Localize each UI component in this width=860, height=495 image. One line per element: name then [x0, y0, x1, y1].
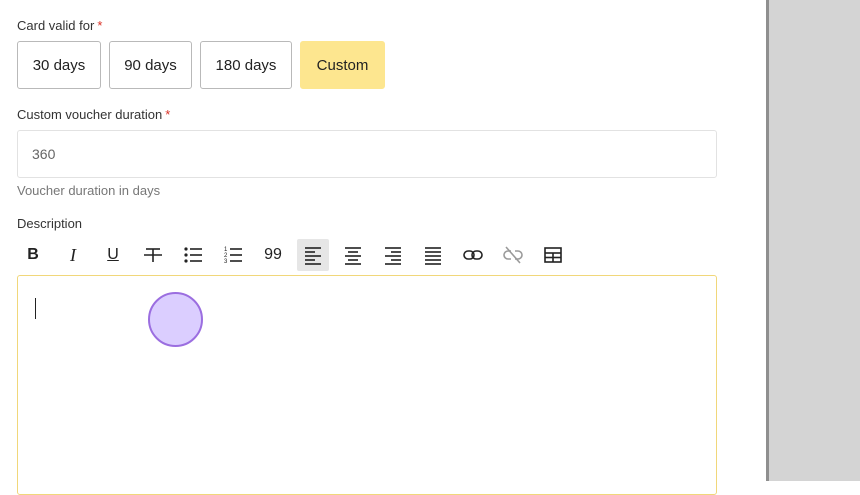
- align-justify-icon: [425, 247, 441, 265]
- side-panel: [769, 0, 860, 481]
- underline-button[interactable]: U: [97, 239, 129, 271]
- align-right-icon: [385, 247, 401, 265]
- duration-30-days-button[interactable]: 30 days: [17, 41, 101, 89]
- bullet-list-icon: [184, 247, 202, 263]
- align-center-button[interactable]: [337, 239, 369, 271]
- cursor-indicator: [148, 292, 203, 347]
- description-editor[interactable]: [17, 275, 717, 495]
- blockquote-icon: 99: [264, 246, 282, 263]
- numbered-list-button[interactable]: 123: [217, 239, 249, 271]
- description-label: Description: [17, 216, 83, 231]
- align-left-icon: [305, 247, 321, 265]
- bold-icon: B: [27, 246, 39, 263]
- text-caret: [35, 298, 36, 319]
- custom-duration-label-text: Custom voucher duration: [17, 107, 163, 122]
- editor-toolbar: B I U 123 99: [17, 239, 577, 271]
- card-valid-label: Card valid for *: [17, 18, 102, 33]
- align-left-button[interactable]: [297, 239, 329, 271]
- duration-help-text: Voucher duration in days: [17, 183, 161, 198]
- table-icon: [544, 247, 562, 263]
- unlink-button[interactable]: [497, 239, 529, 271]
- custom-duration-label: Custom voucher duration *: [17, 107, 170, 122]
- italic-button[interactable]: I: [57, 239, 89, 271]
- unlink-icon: [503, 246, 523, 264]
- duration-90-days-button[interactable]: 90 days: [109, 41, 192, 89]
- italic-icon: I: [70, 244, 76, 265]
- strikethrough-icon: [144, 248, 162, 262]
- main-panel: Card valid for * 30 days 90 days 180 days…: [0, 0, 766, 495]
- link-icon: [463, 250, 483, 260]
- bold-button[interactable]: B: [17, 239, 49, 271]
- blockquote-button[interactable]: 99: [257, 239, 289, 271]
- table-button[interactable]: [537, 239, 569, 271]
- align-right-button[interactable]: [377, 239, 409, 271]
- duration-180-days-button[interactable]: 180 days: [200, 41, 292, 89]
- required-mark: *: [165, 107, 171, 122]
- align-center-icon: [345, 247, 361, 265]
- link-button[interactable]: [457, 239, 489, 271]
- align-justify-button[interactable]: [417, 239, 449, 271]
- underline-icon: U: [107, 246, 119, 263]
- custom-duration-input[interactable]: [17, 130, 717, 178]
- duration-custom-button[interactable]: Custom: [300, 41, 385, 89]
- numbered-list-icon: 123: [224, 247, 242, 265]
- svg-text:3: 3: [224, 259, 228, 265]
- card-valid-label-text: Card valid for: [17, 18, 95, 33]
- strikethrough-button[interactable]: [137, 239, 169, 271]
- required-mark: *: [97, 18, 103, 33]
- bullet-list-button[interactable]: [177, 239, 209, 271]
